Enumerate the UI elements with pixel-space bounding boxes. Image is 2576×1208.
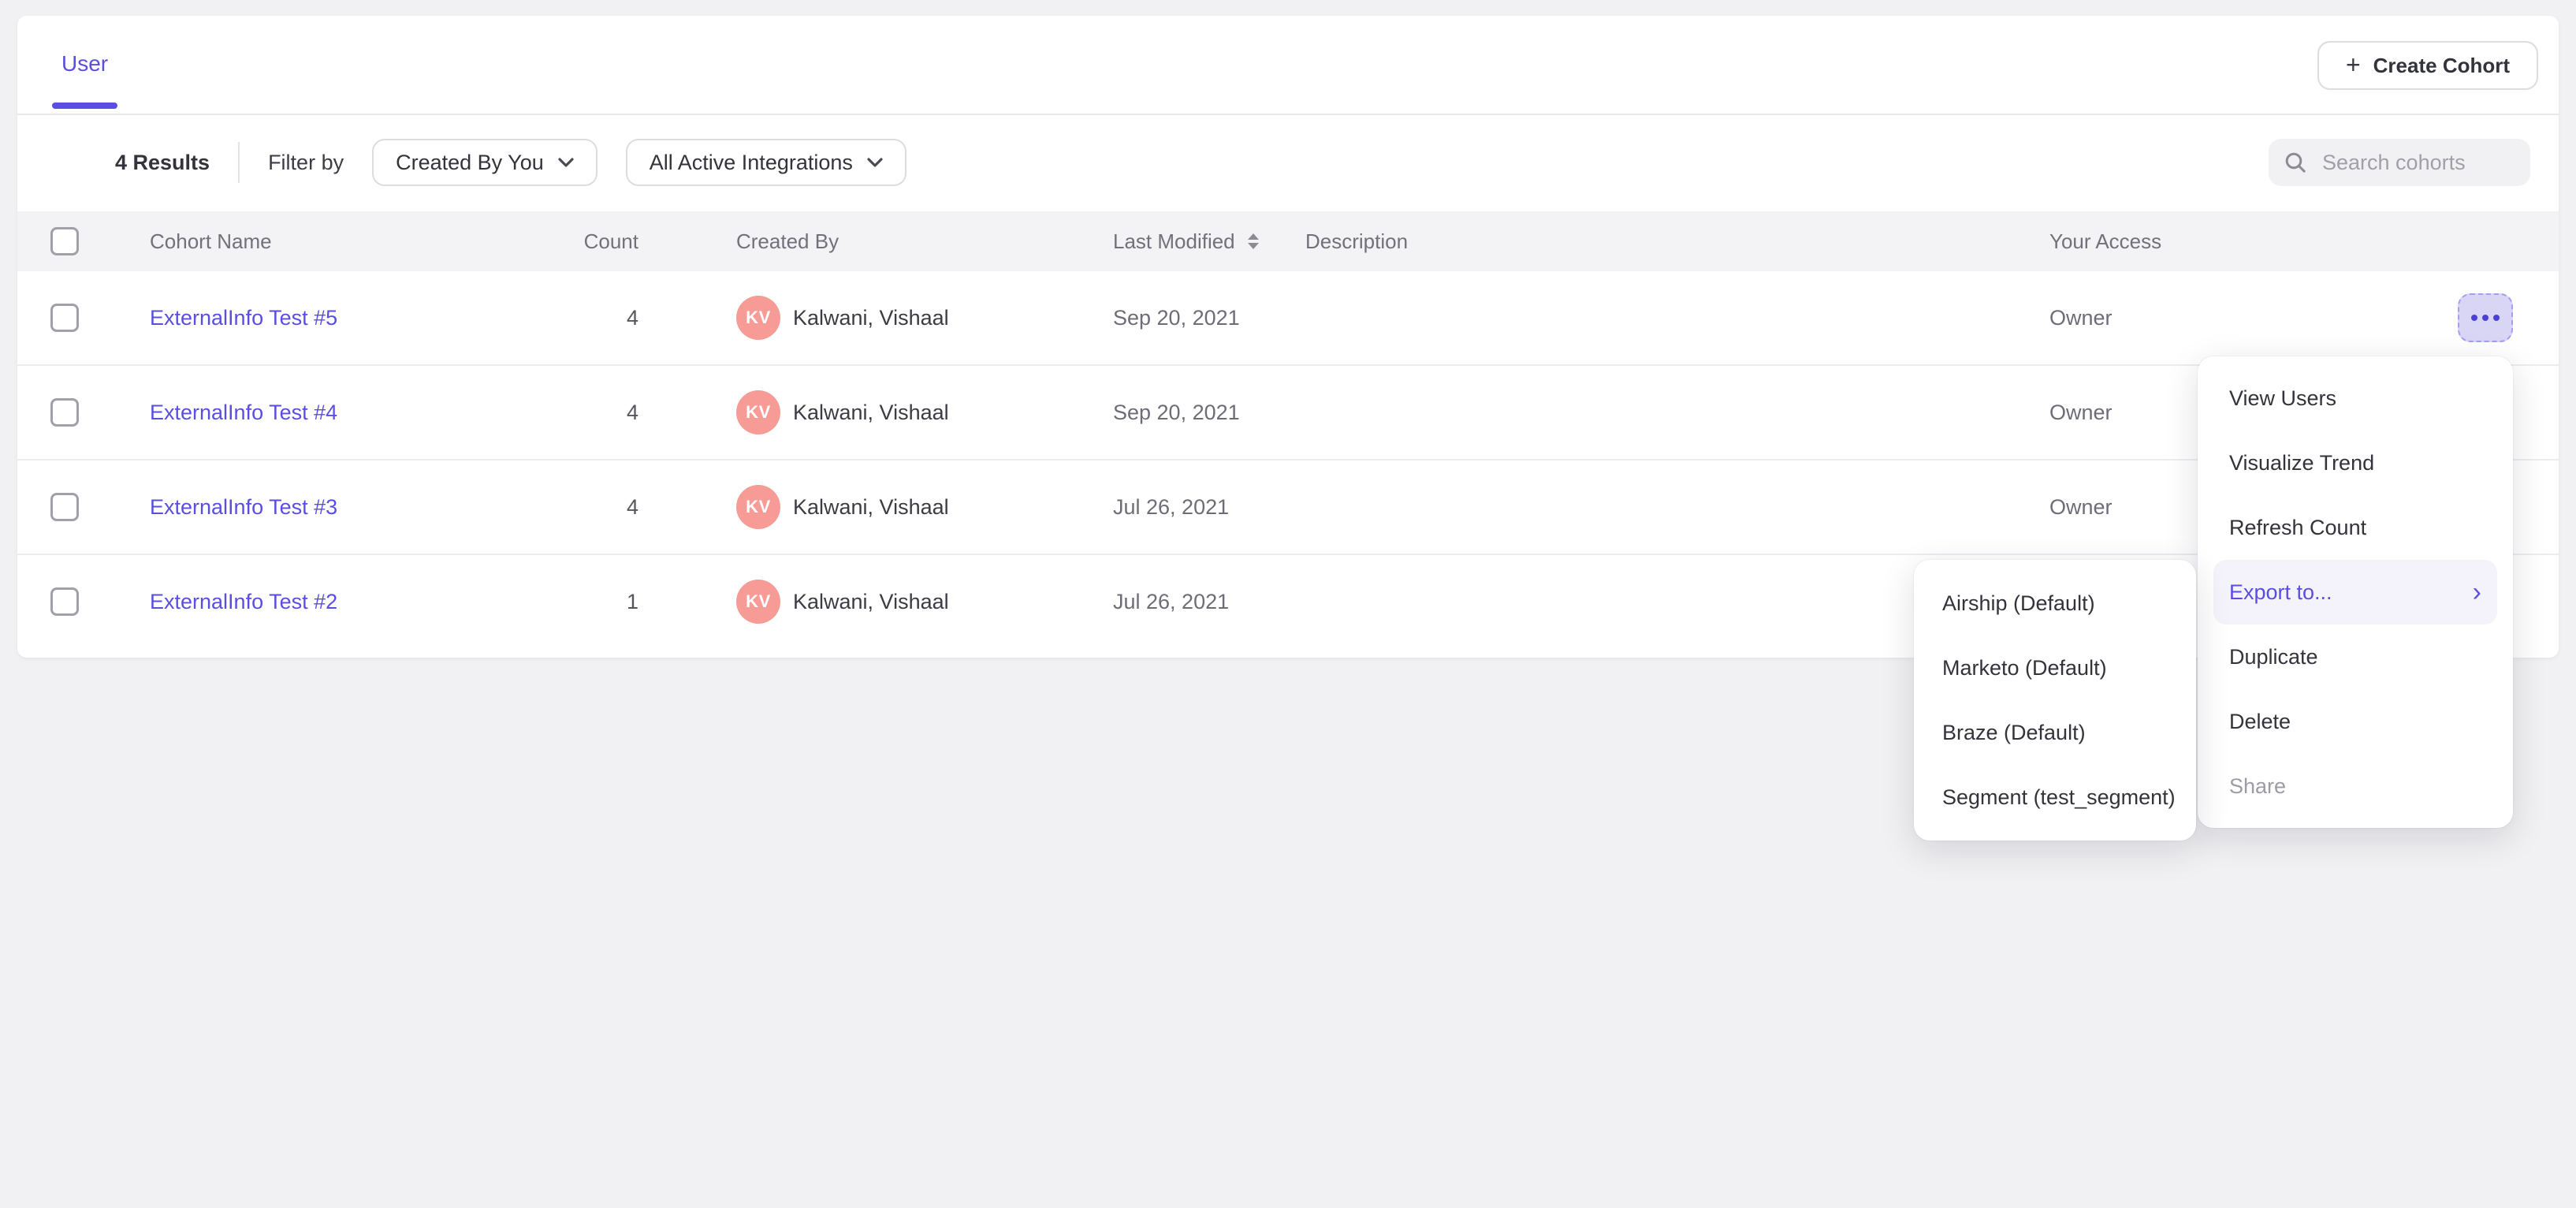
last-modified-date: Sep 20, 2021	[1113, 306, 1240, 330]
column-header-description: Description	[1305, 211, 1408, 271]
chevron-right-icon: ›	[2473, 579, 2481, 606]
created-by-name: Kalwani, Vishaal	[793, 306, 949, 330]
created-by-dropdown-label: Created By You	[396, 151, 544, 175]
avatar: KV	[736, 296, 780, 340]
results-count: 4 Results	[115, 151, 210, 175]
column-header-count: Count	[490, 211, 638, 271]
integrations-dropdown-label: All Active Integrations	[650, 151, 853, 175]
cohort-name-link[interactable]: ExternalInfo Test #5	[150, 306, 337, 330]
access-value: Owner	[2049, 401, 2113, 425]
create-cohort-button[interactable]: + Create Cohort	[2317, 41, 2538, 90]
column-header-last-modified[interactable]: Last Modified	[1113, 211, 1259, 271]
tab-user-label: User	[61, 51, 108, 76]
column-header-access: Your Access	[2049, 211, 2161, 271]
table-row: ExternalInfo Test #3 4 KV Kalwani, Visha…	[17, 460, 2559, 555]
menu-item-export-to[interactable]: Export to... ›	[2213, 560, 2497, 625]
filter-by-label: Filter by	[268, 151, 344, 175]
access-value: Owner	[2049, 495, 2113, 520]
ellipsis-icon	[2471, 315, 2477, 321]
cohort-name-link[interactable]: ExternalInfo Test #3	[150, 495, 337, 520]
submenu-item-segment[interactable]: Segment (test_segment)	[1914, 765, 2196, 830]
export-submenu: Airship (Default) Marketo (Default) Braz…	[1914, 560, 2196, 841]
row-checkbox[interactable]	[50, 398, 79, 427]
cohort-count: 4	[627, 495, 638, 520]
table-row: ExternalInfo Test #4 4 KV Kalwani, Visha…	[17, 366, 2559, 460]
filter-bar: 4 Results Filter by Created By You All A…	[115, 114, 906, 211]
vertical-divider	[238, 142, 240, 183]
cohort-count: 1	[627, 590, 638, 614]
plus-icon: +	[2346, 52, 2361, 77]
row-checkbox[interactable]	[50, 587, 79, 616]
avatar: KV	[736, 580, 780, 624]
create-cohort-label: Create Cohort	[2373, 54, 2510, 78]
tab-user[interactable]: User	[52, 16, 117, 112]
cohort-name-link[interactable]: ExternalInfo Test #4	[150, 401, 337, 425]
menu-item-delete[interactable]: Delete	[2198, 689, 2513, 754]
menu-item-view-users[interactable]: View Users	[2198, 366, 2513, 431]
table-row: ExternalInfo Test #5 4 KV Kalwani, Visha…	[17, 271, 2559, 366]
cohort-count: 4	[627, 306, 638, 330]
submenu-item-braze[interactable]: Braze (Default)	[1914, 700, 2196, 765]
created-by-name: Kalwani, Vishaal	[793, 401, 949, 425]
menu-item-refresh-count[interactable]: Refresh Count	[2198, 495, 2513, 560]
avatar: KV	[736, 390, 780, 434]
avatar: KV	[736, 485, 780, 529]
last-modified-date: Jul 26, 2021	[1113, 590, 1229, 614]
row-context-menu: View Users Visualize Trend Refresh Count…	[2198, 356, 2513, 828]
sort-icon[interactable]	[1248, 233, 1259, 249]
created-by-name: Kalwani, Vishaal	[793, 495, 949, 520]
row-checkbox[interactable]	[50, 304, 79, 332]
column-header-name: Cohort Name	[150, 211, 272, 271]
tab-active-underline	[52, 103, 117, 109]
menu-item-visualize-trend[interactable]: Visualize Trend	[2198, 431, 2513, 495]
last-modified-date: Jul 26, 2021	[1113, 495, 1229, 520]
submenu-item-airship[interactable]: Airship (Default)	[1914, 571, 2196, 636]
row-actions-button[interactable]	[2458, 293, 2513, 342]
integrations-dropdown[interactable]: All Active Integrations	[626, 139, 906, 186]
column-header-created-by: Created By	[736, 211, 839, 271]
row-checkbox[interactable]	[50, 493, 79, 521]
cohorts-page: { "colors": { "accent": "#5a4ee0", "page…	[0, 0, 2576, 1208]
chevron-down-icon	[867, 158, 883, 167]
search-box	[2269, 139, 2530, 186]
table-header: Cohort Name Count Created By Last Modifi…	[17, 211, 2559, 271]
select-all-checkbox[interactable]	[50, 227, 79, 255]
menu-item-share: Share	[2198, 754, 2513, 818]
cohort-name-link[interactable]: ExternalInfo Test #2	[150, 590, 337, 614]
created-by-name: Kalwani, Vishaal	[793, 590, 949, 614]
last-modified-date: Sep 20, 2021	[1113, 401, 1240, 425]
search-input[interactable]	[2319, 149, 2515, 177]
search-icon	[2284, 151, 2306, 173]
access-value: Owner	[2049, 306, 2113, 330]
tab-bar: User	[17, 16, 2559, 115]
created-by-dropdown[interactable]: Created By You	[372, 139, 597, 186]
menu-item-duplicate[interactable]: Duplicate	[2198, 625, 2513, 689]
chevron-down-icon	[558, 158, 574, 167]
submenu-item-marketo[interactable]: Marketo (Default)	[1914, 636, 2196, 700]
cohort-count: 4	[627, 401, 638, 425]
